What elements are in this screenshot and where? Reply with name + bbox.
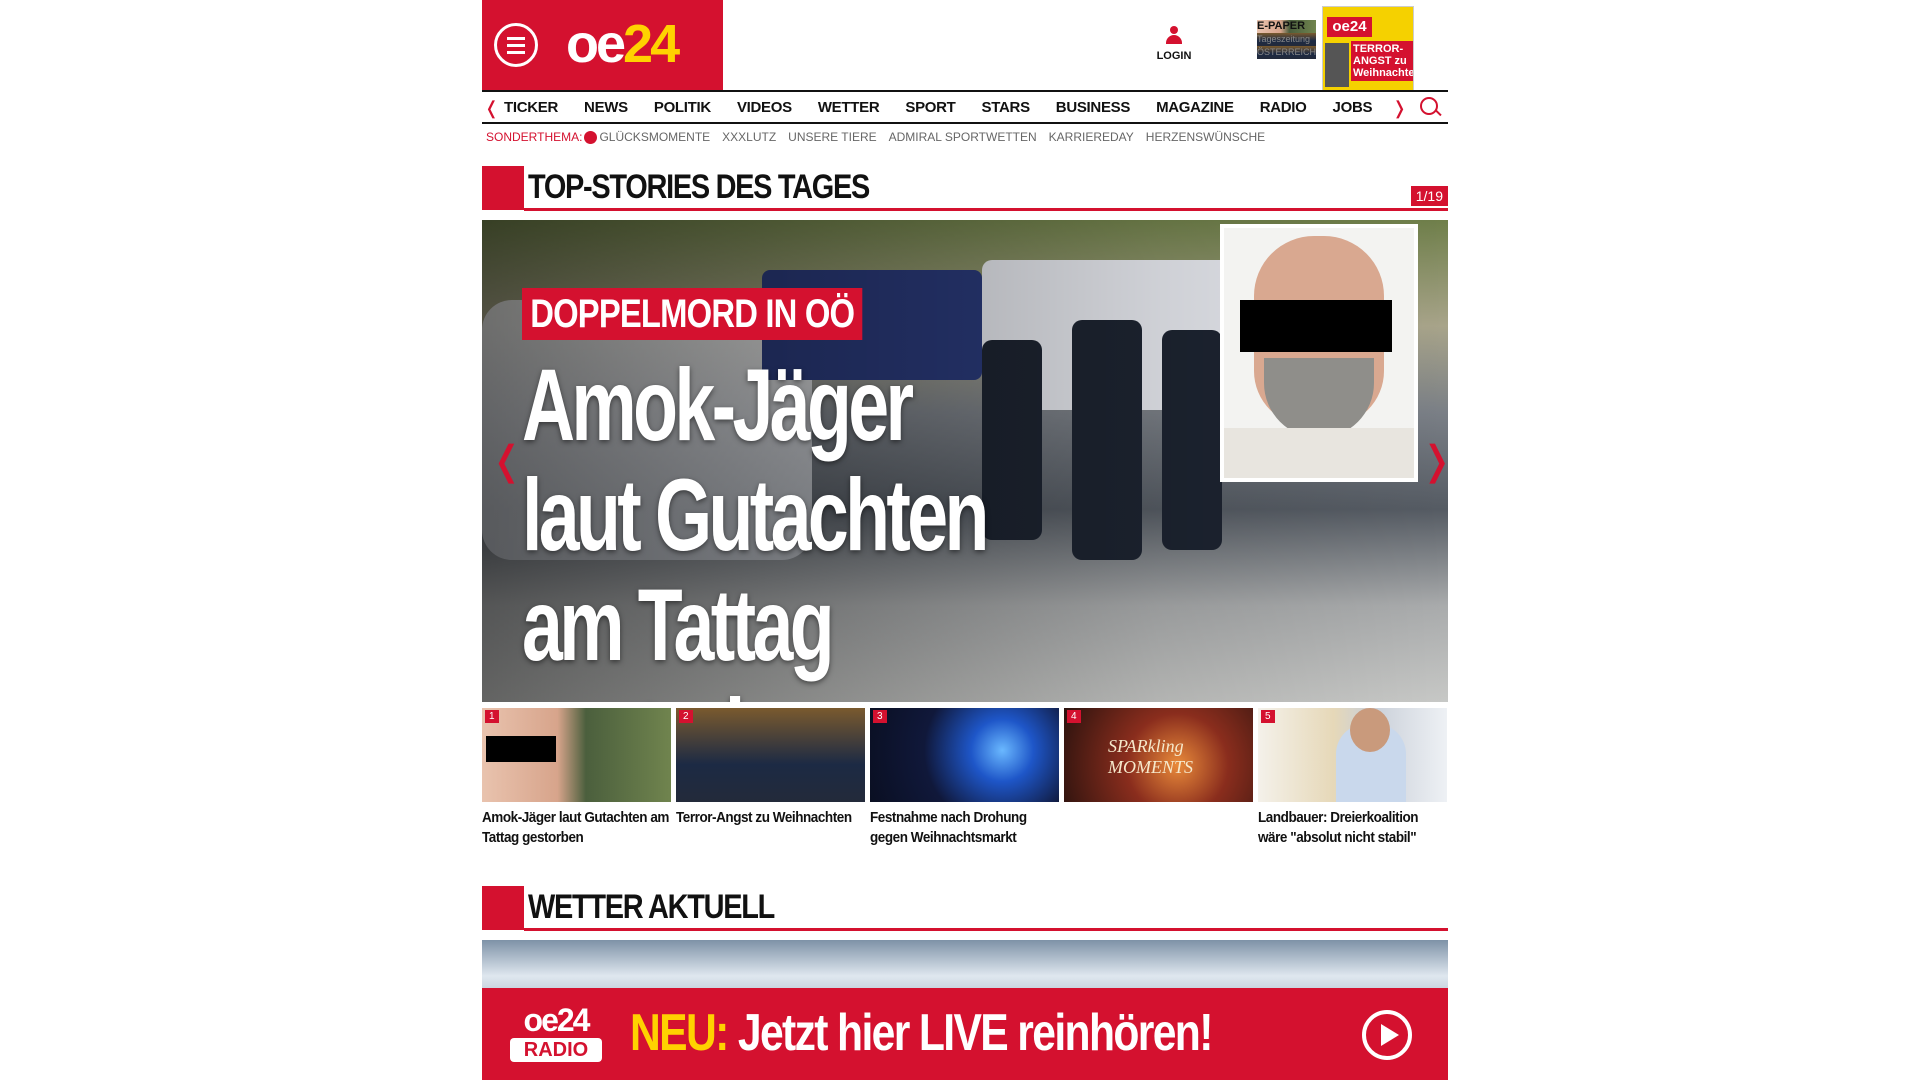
nav-item-jobs[interactable]: JOBS: [1333, 99, 1373, 116]
logo-24: 24: [623, 14, 680, 74]
story-thumb[interactable]: 1 Amok-Jäger laut Gutachten am Tattag ge…: [482, 708, 671, 848]
nav-item-news[interactable]: NEWS: [584, 99, 628, 116]
epaper-link[interactable]: E-PAPER Tageszeitung ÖSTERREICH: [1257, 20, 1317, 59]
subnav: SONDERTHEMA: GLÜCKSMOMENTE XXXLUTZ UNSER…: [486, 130, 1277, 144]
nav-item-wetter[interactable]: WETTER: [818, 99, 880, 116]
epaper-cover-photo: [1325, 43, 1349, 87]
weather-header: WETTER AKTUELL: [482, 886, 1448, 931]
subnav-item-unsere-tiere[interactable]: UNSERE TIERE: [788, 130, 876, 144]
thumb-caption[interactable]: Landbauer: Dreierkoalition wäre "absolut…: [1258, 808, 1447, 848]
thumb-image-text: SPARkling MOMENTS: [1108, 736, 1193, 777]
subnav-item-admiral[interactable]: ADMIRAL SPORTWETTEN: [889, 130, 1037, 144]
thumb-caption[interactable]: Terror-Angst zu Weihnachten: [676, 808, 865, 828]
censor-bar: [486, 736, 556, 762]
nav-item-videos[interactable]: VIDEOS: [737, 99, 792, 116]
heart-icon: [584, 130, 598, 144]
nav-list: TICKER NEWS POLITIK VIDEOS WETTER SPORT …: [504, 99, 1398, 116]
menu-icon[interactable]: [494, 23, 538, 67]
thumb-number: 5: [1261, 710, 1275, 723]
epaper-line1: Tageszeitung: [1257, 33, 1317, 46]
story-thumbnails: 1 Amok-Jäger laut Gutachten am Tattag ge…: [482, 708, 1448, 848]
section-marker: [482, 166, 524, 210]
hero-mugshot: [1220, 224, 1418, 482]
thumb-number: 4: [1067, 710, 1081, 723]
section-marker: [482, 886, 524, 930]
sonderthema-label: SONDERTHEMA:: [486, 130, 583, 144]
epaper-cover-headline: TERROR-ANGST zu Weihnachten: [1351, 41, 1414, 81]
subnav-item-gluecksmomente[interactable]: GLÜCKSMOMENTE: [599, 130, 710, 144]
epaper-line2: ÖSTERREICH: [1257, 46, 1317, 59]
section-underline: [524, 208, 1448, 211]
story-thumb[interactable]: 3 Festnahme nach Drohung gegen Weihnacht…: [870, 708, 1059, 848]
story-thumb[interactable]: 5 Landbauer: Dreierkoalition wäre "absol…: [1258, 708, 1447, 848]
login-button[interactable]: LOGIN: [1152, 26, 1196, 62]
main-nav: ❬ TICKER NEWS POLITIK VIDEOS WETTER SPOR…: [482, 90, 1448, 124]
censor-bar: [1240, 300, 1392, 352]
nav-next-icon[interactable]: ❭: [1392, 98, 1407, 119]
radio-banner[interactable]: oe24 RADIO NEU: Jetzt hier LIVE reinhöre…: [482, 988, 1448, 1080]
nav-item-stars[interactable]: STARS: [982, 99, 1031, 116]
epaper-cover-masthead: oe24: [1327, 17, 1372, 37]
subnav-item-karriereday[interactable]: KARRIEREDAY: [1049, 130, 1134, 144]
epaper-cover[interactable]: oe24 TERROR-ANGST zu Weihnachten: [1322, 6, 1414, 92]
story-thumb[interactable]: 4 SPARkling MOMENTS: [1064, 708, 1253, 848]
epaper-title: E-PAPER: [1257, 20, 1317, 33]
carousel-prev-icon[interactable]: ❬: [490, 438, 524, 484]
radio-neu-label: NEU:: [630, 1004, 729, 1062]
hero-kicker: DOPPELMORD IN OÖ: [522, 288, 863, 340]
play-icon[interactable]: [1362, 1010, 1412, 1060]
top-stories-title: TOP-STORIES DES TAGES: [528, 168, 870, 206]
thumb-image: 5: [1258, 708, 1447, 802]
user-icon: [1165, 26, 1183, 46]
radio-banner-text: NEU: Jetzt hier LIVE reinhören!: [630, 1004, 1214, 1062]
subnav-item-herzenswuensche[interactable]: HERZENSWÜNSCHE: [1146, 130, 1265, 144]
thumb-caption[interactable]: Amok-Jäger laut Gutachten am Tattag gest…: [482, 808, 671, 848]
weather-title: WETTER AKTUELL: [528, 888, 775, 926]
nav-prev-icon[interactable]: ❬: [484, 98, 499, 119]
slide-counter: 1/19: [1410, 186, 1448, 206]
radio-cta-text: Jetzt hier LIVE reinhören!: [737, 1004, 1214, 1062]
nav-item-politik[interactable]: POLITIK: [654, 99, 711, 116]
carousel-next-icon[interactable]: ❭: [1420, 438, 1448, 484]
hero-story[interactable]: DOPPELMORD IN OÖ Amok-Jäger laut Gutacht…: [482, 220, 1448, 702]
thumb-image: 3: [870, 708, 1059, 802]
subnav-item-xxxlutz[interactable]: XXXLUTZ: [722, 130, 776, 144]
nav-item-business[interactable]: BUSINESS: [1056, 99, 1131, 116]
login-label: LOGIN: [1156, 50, 1192, 62]
radio-logo-bottom: RADIO: [510, 1038, 602, 1062]
nav-item-sport[interactable]: SPORT: [905, 99, 955, 116]
story-thumb[interactable]: 2 Terror-Angst zu Weihnachten: [676, 708, 865, 848]
logo-oe: oe: [566, 14, 626, 74]
site-logo[interactable]: oe24: [566, 14, 680, 74]
thumb-number: 1: [485, 710, 499, 723]
thumb-image: 4 SPARkling MOMENTS: [1064, 708, 1253, 802]
thumb-number: 3: [873, 710, 887, 723]
nav-item-ticker[interactable]: TICKER: [504, 99, 558, 116]
page: oe24 LOGIN E-PAPER Tageszeitung ÖSTERREI…: [482, 0, 1448, 1080]
search-icon[interactable]: [1420, 97, 1438, 115]
top-stories-header: TOP-STORIES DES TAGES 1/19: [482, 166, 1448, 211]
thumb-number: 2: [679, 710, 693, 723]
section-underline: [524, 928, 1448, 931]
thumb-image: 2: [676, 708, 865, 802]
radio-logo-top: oe24: [523, 1002, 591, 1038]
thumb-caption[interactable]: Festnahme nach Drohung gegen Weihnachtsm…: [870, 808, 1059, 848]
radio-logo: oe24 RADIO: [510, 1004, 602, 1064]
hero-headline[interactable]: Amok-Jäger laut Gutachten am Tattag gest…: [522, 350, 1026, 702]
nav-item-magazine[interactable]: MAGAZINE: [1156, 99, 1234, 116]
thumb-image: 1: [482, 708, 671, 802]
nav-item-radio[interactable]: RADIO: [1260, 99, 1307, 116]
logo-area: oe24: [482, 0, 723, 90]
